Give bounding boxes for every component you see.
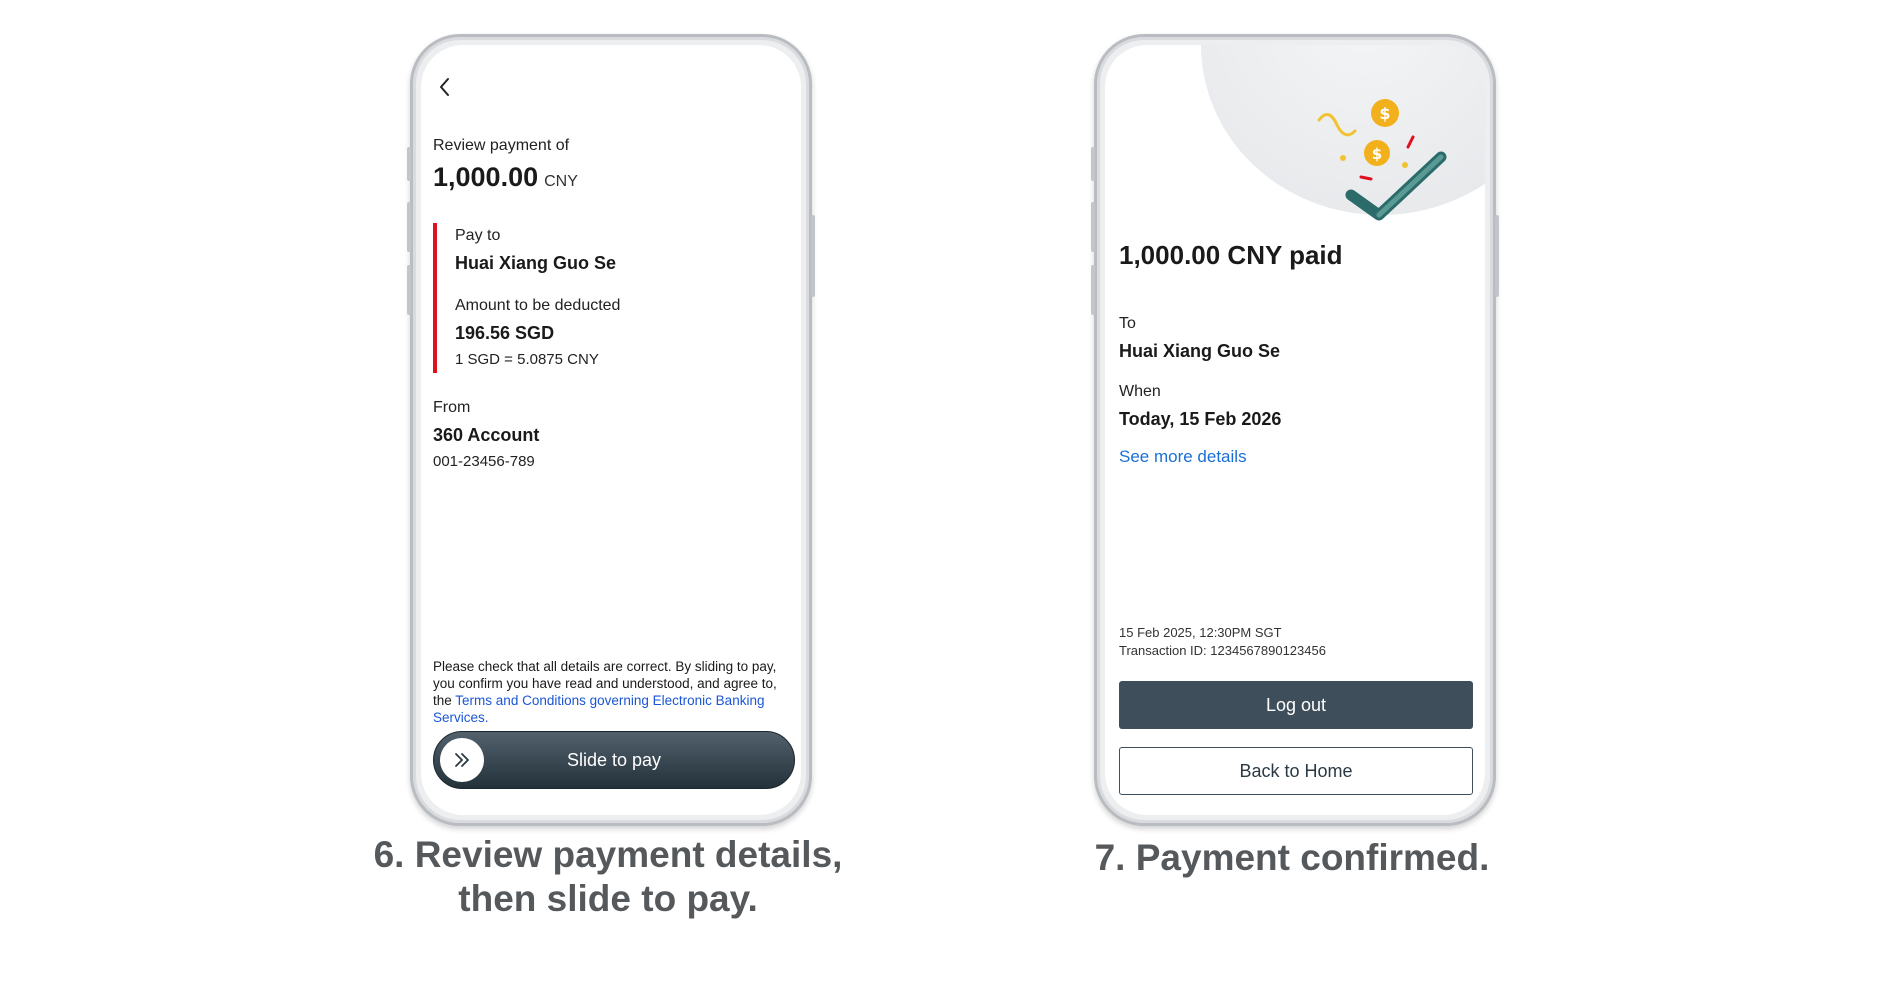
back-to-home-button[interactable]: Back to Home [1119, 747, 1473, 795]
terms-link[interactable]: Terms and Conditions governing Electroni… [433, 693, 764, 725]
review-label: Review payment of [433, 137, 570, 154]
to-label: To [1119, 315, 1136, 332]
svg-text:$: $ [1379, 104, 1390, 123]
phone-frame-confirmed: $ $ 1,000.00 CNY paid To Huai Xiang Guo … [1091, 34, 1499, 826]
coins-checkmark-icon: $ $ [1317, 99, 1447, 221]
step-7-caption: 7. Payment confirmed. [1094, 837, 1490, 878]
amount-value: 1,000.00 [433, 162, 539, 192]
review-payment-screen: Review payment of 1,000.00 CNY Pay to Hu… [421, 45, 801, 815]
svg-text:$: $ [1372, 145, 1382, 163]
from-label: From [433, 399, 471, 416]
payment-confirmed-title: 1,000.00 CNY paid [1119, 240, 1343, 270]
see-more-details-link[interactable]: See more details [1119, 447, 1247, 467]
double-chevron-right-icon [455, 753, 469, 767]
transaction-id: Transaction ID: 1234567890123456 [1119, 643, 1326, 658]
log-out-button[interactable]: Log out [1119, 681, 1473, 729]
deducted-label: Amount to be deducted [455, 297, 621, 314]
phone-frame-review: Review payment of 1,000.00 CNY Pay to Hu… [407, 34, 815, 826]
payment-confirmed-screen: $ $ 1,000.00 CNY paid To Huai Xiang Guo … [1105, 45, 1485, 815]
payment-amount: 1,000.00 CNY [433, 162, 578, 193]
pay-to-label: Pay to [455, 227, 501, 244]
step-6-caption: 6. Review payment details, then slide to… [308, 833, 908, 921]
slider-handle[interactable] [440, 738, 484, 782]
amount-currency: CNY [544, 173, 578, 190]
back-button[interactable] [433, 75, 457, 99]
slider-label: Slide to pay [566, 749, 662, 770]
step-6-caption-line2: then slide to pay. [458, 878, 758, 919]
chevron-left-icon [440, 78, 449, 96]
accent-bar [433, 223, 437, 373]
step-6-caption-line1: 6. Review payment details, [373, 834, 843, 875]
when-label: When [1119, 383, 1161, 400]
terms-disclaimer: Please check that all details are correc… [433, 658, 797, 726]
deducted-amount: 196.56 SGD [455, 323, 555, 343]
when-value: Today, 15 Feb 2026 [1119, 409, 1282, 429]
exchange-rate: 1 SGD = 5.0875 CNY [455, 351, 599, 368]
payee-name: Huai Xiang Guo Se [455, 253, 617, 273]
account-number: 001-23456-789 [433, 453, 535, 470]
transaction-timestamp: 15 Feb 2025, 12:30PM SGT [1119, 625, 1282, 640]
account-name: 360 Account [433, 425, 540, 445]
slide-to-pay-slider[interactable]: Slide to pay [433, 731, 795, 789]
payee-name: Huai Xiang Guo Se [1119, 341, 1281, 361]
